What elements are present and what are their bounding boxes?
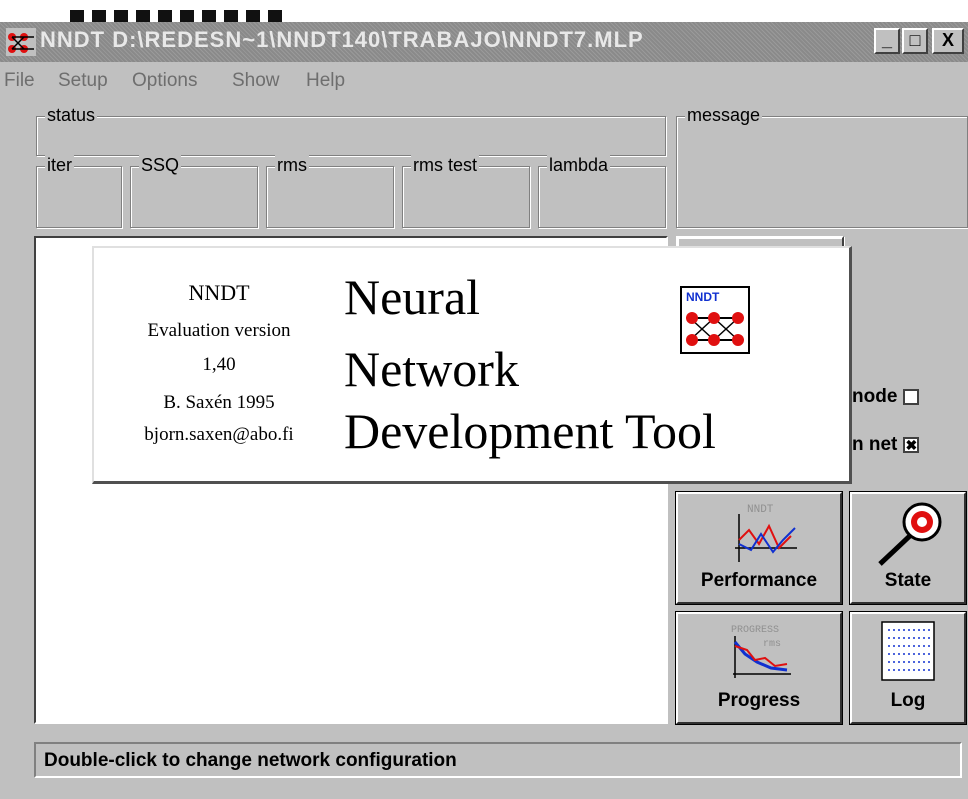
nndt-logo-icon: NNDT xyxy=(680,286,750,354)
menu-setup[interactable]: Setup xyxy=(58,70,108,92)
mode-option[interactable]: node xyxy=(852,386,920,408)
status-bar-text: Double-click to change network configura… xyxy=(44,750,457,771)
mode-checkbox[interactable] xyxy=(903,388,920,405)
net-checkbox[interactable]: ✖ xyxy=(903,436,920,453)
app-logo-icon[interactable] xyxy=(6,28,36,56)
status-group: status xyxy=(36,105,666,156)
status-bar: Double-click to change network configura… xyxy=(34,742,962,778)
menu-file[interactable]: File xyxy=(4,70,35,92)
splash-product: NNDT xyxy=(188,280,250,305)
title-bar[interactable]: NNDT D:\REDESN~1\NNDT140\TRABAJO\NNDT7.M… xyxy=(0,22,968,62)
message-label: message xyxy=(685,105,763,126)
mode-option-label: node xyxy=(852,386,898,407)
rms-group: rms xyxy=(266,155,394,228)
menu-help[interactable]: Help xyxy=(306,70,345,92)
splash-author: B. Saxén 1995 xyxy=(163,392,275,413)
state-label: State xyxy=(884,570,932,591)
close-button[interactable]: X xyxy=(932,28,964,54)
status-label: status xyxy=(45,105,98,126)
performance-label: Performance xyxy=(700,570,818,591)
progress-chart-icon: PROGRESS rms xyxy=(731,625,791,678)
menu-bar: File Setup Options Show Help xyxy=(0,64,968,100)
lambda-label: lambda xyxy=(547,155,611,176)
splash-edition: Evaluation version xyxy=(147,320,291,341)
log-document-icon xyxy=(881,621,935,681)
rms-test-label: rms test xyxy=(411,155,480,176)
partial-heading-glyphs xyxy=(70,10,282,22)
lambda-group: lambda xyxy=(538,155,666,228)
progress-label: Progress xyxy=(717,690,801,711)
menu-show[interactable]: Show xyxy=(232,70,280,92)
background-fragment xyxy=(0,0,300,22)
log-label: Log xyxy=(890,690,926,711)
ssq-label: SSQ xyxy=(139,155,182,176)
splash-title-line1: Neural xyxy=(344,269,481,325)
splash-version: 1,40 xyxy=(202,354,236,375)
magnifier-icon xyxy=(878,502,942,566)
net-option[interactable]: n net ✖ xyxy=(852,434,920,456)
iter-group: iter xyxy=(36,155,122,228)
performance-icon-text: NNDT xyxy=(747,504,774,516)
splash-title-line3: Development Tool xyxy=(344,403,716,459)
state-button[interactable]: State xyxy=(849,491,967,605)
performance-chart-icon: NNDT xyxy=(735,504,797,562)
minimize-button[interactable]: _ xyxy=(874,28,900,54)
message-group: message xyxy=(676,105,968,228)
rms-test-group: rms test xyxy=(402,155,530,228)
app-window: NNDT D:\REDESN~1\NNDT140\TRABAJO\NNDT7.M… xyxy=(0,22,968,799)
splash-title-line2: Network xyxy=(344,341,519,397)
ssq-group: SSQ xyxy=(130,155,258,228)
rms-label: rms xyxy=(275,155,309,176)
progress-icon-subtext: rms xyxy=(763,639,781,650)
maximize-button[interactable]: □ xyxy=(902,28,928,54)
log-button[interactable]: Log xyxy=(849,611,967,725)
menu-options[interactable]: Options xyxy=(132,70,197,92)
splash-dialog[interactable]: NNDT Evaluation version 1,40 B. Saxén 19… xyxy=(92,246,852,484)
iter-label: iter xyxy=(45,155,75,176)
window-title: NNDT D:\REDESN~1\NNDT140\TRABAJO\NNDT7.M… xyxy=(40,27,644,52)
nndt-logo-text: NNDT xyxy=(686,290,720,304)
splash-email: bjorn.saxen@abo.fi xyxy=(144,424,294,445)
performance-button[interactable]: NNDT Performance xyxy=(675,491,843,605)
progress-button[interactable]: PROGRESS rms Progress xyxy=(675,611,843,725)
net-option-label: n net xyxy=(852,434,898,455)
progress-icon-text: PROGRESS xyxy=(731,625,779,636)
